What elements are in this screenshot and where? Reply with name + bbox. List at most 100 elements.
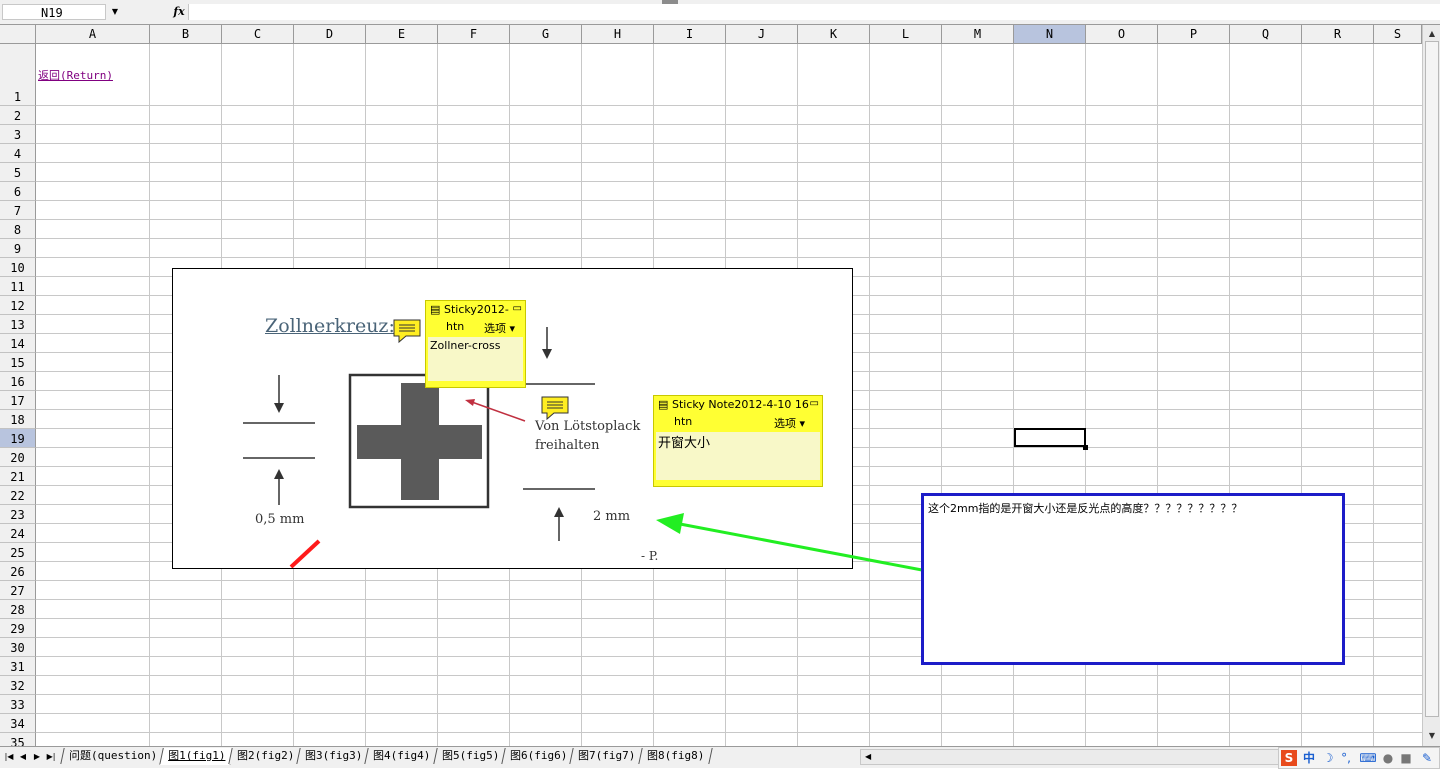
column-header-n[interactable]: N: [1014, 25, 1086, 44]
row-header-21[interactable]: 21: [0, 467, 36, 486]
half-width-icon[interactable]: ☽: [1321, 750, 1335, 766]
row-header-26[interactable]: 26: [0, 562, 36, 581]
row-header-30[interactable]: 30: [0, 638, 36, 657]
column-header-c[interactable]: C: [222, 25, 294, 44]
column-header-r[interactable]: R: [1302, 25, 1374, 44]
scroll-up-icon[interactable]: ▲: [1425, 27, 1439, 41]
row-header-19[interactable]: 19: [0, 429, 36, 448]
sticky-note-options[interactable]: 选项 ▾: [774, 415, 805, 431]
column-header-l[interactable]: L: [870, 25, 942, 44]
row-header-34[interactable]: 34: [0, 714, 36, 733]
active-cell-n19[interactable]: [1014, 428, 1086, 447]
first-sheet-icon[interactable]: |◀: [3, 750, 15, 764]
sheet-tab[interactable]: 图2(fig2): [227, 748, 303, 764]
sticky-note[interactable]: ▤ Sticky Note2012-4-10 16 ▭ htn 选项 ▾ 开窗大…: [653, 395, 823, 487]
green-arrow-shape[interactable]: [650, 510, 925, 575]
next-sheet-icon[interactable]: ▶: [31, 750, 43, 764]
ime-logo[interactable]: S: [1281, 750, 1297, 766]
sticky-note[interactable]: ▤ Sticky2012- ▭ htn 选项 ▾ Zollner-cross: [425, 300, 526, 388]
sticky-note-body[interactable]: 开窗大小: [656, 432, 820, 480]
sheet-tab[interactable]: 图1(fig1): [159, 748, 235, 765]
sheet-tab[interactable]: 图5(fig5): [432, 748, 508, 764]
skin-icon[interactable]: ■: [1399, 750, 1413, 766]
column-header-m[interactable]: M: [942, 25, 1014, 44]
fill-handle[interactable]: [1083, 445, 1088, 450]
column-header-a[interactable]: A: [36, 25, 150, 44]
minimize-icon[interactable]: ▭: [513, 303, 522, 314]
ime-mode[interactable]: 中: [1301, 750, 1317, 766]
row-header-18[interactable]: 18: [0, 410, 36, 429]
user-icon[interactable]: ●: [1381, 750, 1395, 766]
column-header-h[interactable]: H: [582, 25, 654, 44]
comment-bubble-icon[interactable]: [539, 394, 571, 422]
row-header-5[interactable]: 5: [0, 163, 36, 182]
row-header-7[interactable]: 7: [0, 201, 36, 220]
column-header-g[interactable]: G: [510, 25, 582, 44]
row-header-28[interactable]: 28: [0, 600, 36, 619]
insert-function-button[interactable]: fx: [170, 4, 188, 20]
scroll-thumb[interactable]: [1425, 41, 1439, 717]
sheet-tab[interactable]: 图3(fig3): [296, 748, 372, 764]
row-header-22[interactable]: 22: [0, 486, 36, 505]
select-all-corner[interactable]: [0, 25, 36, 44]
row-header-3[interactable]: 3: [0, 125, 36, 144]
row-header-27[interactable]: 27: [0, 581, 36, 600]
column-header-q[interactable]: Q: [1230, 25, 1302, 44]
row-header-20[interactable]: 20: [0, 448, 36, 467]
sheet-tab[interactable]: 图7(fig7): [569, 748, 645, 764]
row-header-4[interactable]: 4: [0, 144, 36, 163]
column-header-k[interactable]: K: [798, 25, 870, 44]
row-header-12[interactable]: 12: [0, 296, 36, 315]
settings-wrench-icon[interactable]: ✎: [1419, 750, 1435, 766]
row-header-14[interactable]: 14: [0, 334, 36, 353]
row-header-25[interactable]: 25: [0, 543, 36, 562]
column-header-p[interactable]: P: [1158, 25, 1230, 44]
row-header-16[interactable]: 16: [0, 372, 36, 391]
ime-toolbar[interactable]: S 中 ☽ °, ⌨ ● ■ ✎: [1278, 747, 1440, 769]
row-header-23[interactable]: 23: [0, 505, 36, 524]
column-header-f[interactable]: F: [438, 25, 510, 44]
row-header-8[interactable]: 8: [0, 220, 36, 239]
horizontal-scrollbar[interactable]: ◀: [860, 749, 1280, 765]
question-text-box[interactable]: 这个2mm指的是开窗大小还是反光点的高度？？？？？？？？？: [921, 493, 1345, 665]
row-header-24[interactable]: 24: [0, 524, 36, 543]
column-header-b[interactable]: B: [150, 25, 222, 44]
punctuation-icon[interactable]: °,: [1339, 750, 1353, 766]
sheet-tab[interactable]: 图8(fig8): [638, 748, 713, 764]
row-header-1[interactable]: 1: [0, 44, 36, 106]
formula-input[interactable]: [188, 4, 1440, 20]
column-header-d[interactable]: D: [294, 25, 366, 44]
column-header-j[interactable]: J: [726, 25, 798, 44]
keyboard-icon[interactable]: ⌨: [1359, 750, 1377, 766]
name-box-dropdown-icon[interactable]: ▼: [106, 4, 124, 20]
sheet-tab[interactable]: 图6(fig6): [501, 748, 577, 764]
row-header-6[interactable]: 6: [0, 182, 36, 201]
row-header-11[interactable]: 11: [0, 277, 36, 296]
row-header-31[interactable]: 31: [0, 657, 36, 676]
sticky-note-body[interactable]: Zollner-cross: [428, 337, 523, 381]
row-header-10[interactable]: 10: [0, 258, 36, 277]
column-header-s[interactable]: S: [1374, 25, 1422, 44]
sheet-tab[interactable]: 问题(question): [60, 748, 166, 764]
sheet-tab[interactable]: 图4(fig4): [364, 748, 440, 764]
comment-bubble-icon[interactable]: [391, 317, 423, 345]
return-link[interactable]: 返回(Return): [38, 67, 113, 83]
row-header-17[interactable]: 17: [0, 391, 36, 410]
vertical-scrollbar[interactable]: ▲ ▼: [1422, 25, 1440, 746]
row-header-33[interactable]: 33: [0, 695, 36, 714]
prev-sheet-icon[interactable]: ◀: [17, 750, 29, 764]
row-header-32[interactable]: 32: [0, 676, 36, 695]
scroll-left-icon[interactable]: ◀: [865, 750, 871, 764]
row-header-15[interactable]: 15: [0, 353, 36, 372]
row-header-13[interactable]: 13: [0, 315, 36, 334]
row-header-29[interactable]: 29: [0, 619, 36, 638]
row-header-2[interactable]: 2: [0, 106, 36, 125]
column-header-o[interactable]: O: [1086, 25, 1158, 44]
row-header-9[interactable]: 9: [0, 239, 36, 258]
sticky-note-options[interactable]: 选项 ▾: [484, 320, 515, 336]
column-header-i[interactable]: I: [654, 25, 726, 44]
scroll-down-icon[interactable]: ▼: [1425, 729, 1439, 743]
name-box[interactable]: N19: [2, 4, 106, 20]
minimize-icon[interactable]: ▭: [810, 398, 819, 409]
last-sheet-icon[interactable]: ▶|: [45, 750, 57, 764]
